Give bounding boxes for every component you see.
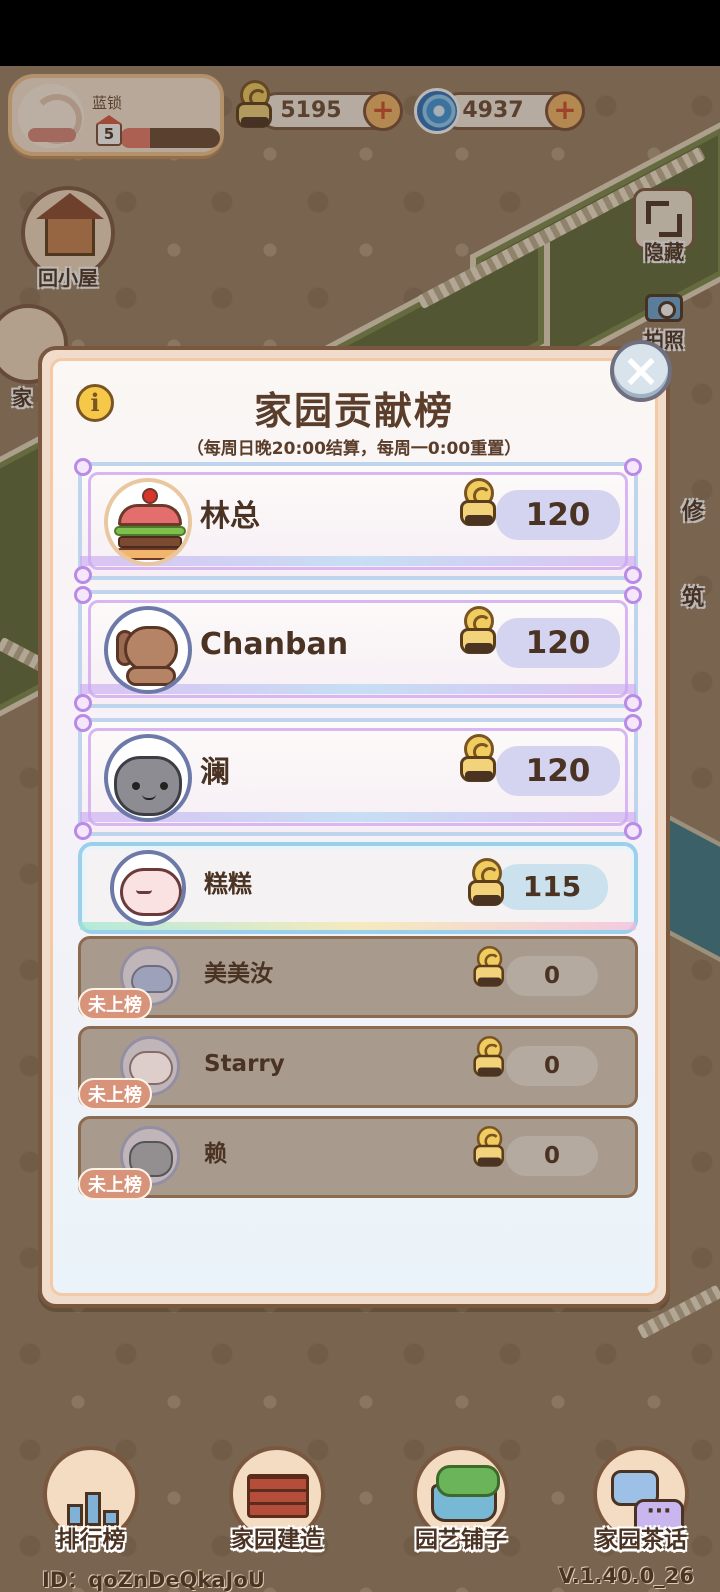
leaderboard-row: 糕糕 115 xyxy=(78,842,638,934)
chat-bubbles-icon xyxy=(611,1470,684,1537)
player-name: 美美汝 xyxy=(204,961,273,987)
player-name: Chanban xyxy=(200,627,349,662)
unranked-badge: 未上榜 xyxy=(78,988,152,1020)
contribution-score: 0 xyxy=(506,956,598,996)
burger-cake-avatar xyxy=(104,478,192,566)
leaderboard-row: 林总 120 xyxy=(74,458,642,584)
nav-home-chat[interactable]: 家园茶话 xyxy=(576,1446,706,1566)
contribution-leaderboard-dialog: i 家园贡献榜 （每周日晚20:00结算，每周一0:00重置） × 林总 120… xyxy=(38,340,672,1308)
dialog-title: 家园贡献榜 xyxy=(253,389,454,433)
flower-basket-icon xyxy=(431,1465,500,1522)
player-name: Starry xyxy=(204,1051,285,1077)
player-name: 林总 xyxy=(200,499,260,534)
leaderboard-row-unranked: Starry 0 未上榜 xyxy=(78,1026,638,1110)
leaderboard-row-unranked: 赖 0 未上榜 xyxy=(78,1116,638,1200)
contribution-score: 0 xyxy=(506,1046,598,1086)
snail-coin-icon xyxy=(470,1036,507,1079)
contribution-score: 120 xyxy=(496,618,620,668)
contribution-score: 0 xyxy=(506,1136,598,1176)
bricks-trowel-icon xyxy=(247,1474,309,1518)
unranked-badge: 未上榜 xyxy=(78,1168,152,1200)
contribution-score: 120 xyxy=(496,746,620,796)
leaderboard-row-unranked: 美美汝 0 未上榜 xyxy=(78,936,638,1020)
contribution-score: 120 xyxy=(496,490,620,540)
close-icon[interactable]: × xyxy=(610,340,672,402)
nav-ranking[interactable]: 排行榜 xyxy=(26,1446,156,1566)
unranked-badge: 未上榜 xyxy=(78,1078,152,1110)
status-bar xyxy=(0,0,720,66)
nav-garden-shop[interactable]: 园艺铺子 xyxy=(396,1446,526,1566)
nav-ranking-label: 排行榜 xyxy=(56,1527,126,1553)
snail-coin-icon xyxy=(470,946,507,989)
nav-garden-shop-label: 园艺铺子 xyxy=(415,1527,507,1553)
sheep-avatar xyxy=(110,850,186,926)
version-label: V.1.40.0_26 xyxy=(558,1564,694,1588)
player-id: ID：qoZnDeQkaJoU xyxy=(42,1568,265,1592)
snail-coin-icon xyxy=(456,606,500,656)
nav-home-building[interactable]: 家园建造 xyxy=(212,1446,342,1566)
contribution-score: 115 xyxy=(496,864,608,910)
snail-coin-icon xyxy=(456,478,500,528)
nav-home-building-label: 家园建造 xyxy=(231,1527,323,1553)
snail-coin-icon xyxy=(470,1126,507,1169)
snail-coin-icon xyxy=(456,734,500,784)
snail-coin-icon xyxy=(464,858,508,908)
player-name: 糕糕 xyxy=(204,870,252,898)
nav-home-chat-label: 家园茶话 xyxy=(595,1527,687,1553)
puppy-avatar xyxy=(104,606,192,694)
gray-cat-avatar xyxy=(104,734,192,822)
player-name: 赖 xyxy=(204,1141,227,1167)
leaderboard-row: Chanban 120 xyxy=(74,586,642,712)
player-name: 澜 xyxy=(200,755,230,790)
dialog-subtitle: （每周日晚20:00结算，每周一0:00重置） xyxy=(186,439,522,459)
leaderboard-row: 澜 120 xyxy=(74,714,642,840)
